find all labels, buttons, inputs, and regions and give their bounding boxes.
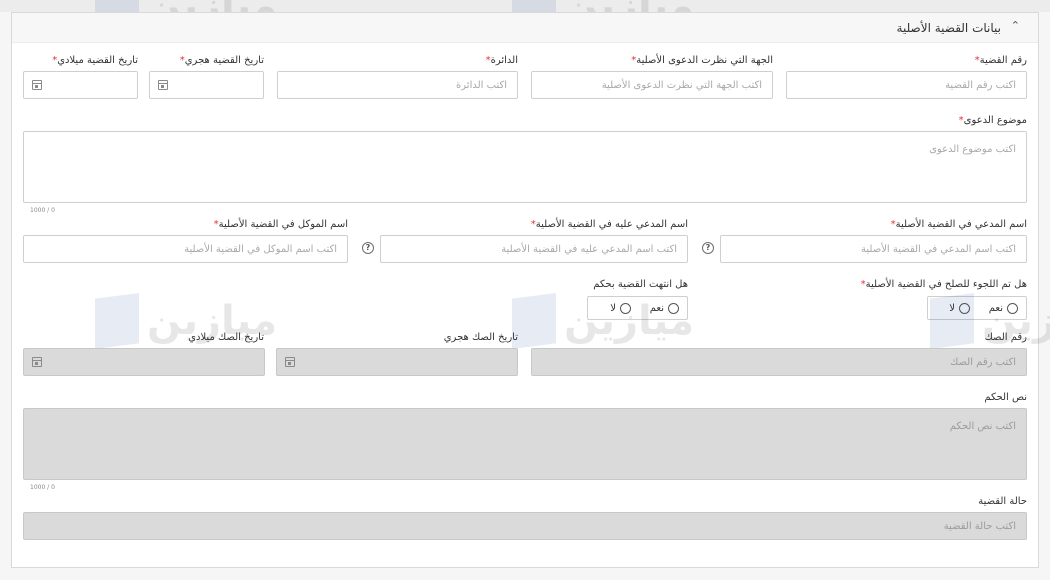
deed-date-hijri-label: تاريخ الصك هجري [443, 332, 518, 343]
help-icon[interactable]: ? [362, 242, 374, 254]
settlement-yes-option[interactable]: نعم [989, 303, 1018, 314]
judgment-text-textarea: اكتب نص الحكم [23, 408, 1027, 480]
deed-date-gregorian-input [23, 348, 265, 376]
case-number-label: رقم القضية* [974, 55, 1027, 66]
deed-date-hijri-input [276, 348, 518, 376]
section-title: بيانات القضية الأصلية [896, 21, 1001, 35]
calendar-icon [32, 357, 42, 367]
settlement-no-option[interactable]: لا [949, 303, 970, 314]
plaintiff-label: اسم المدعي في القضية الأصلية* [890, 219, 1027, 230]
settlement-label: هل تم اللجوء للصلح في القضية الأصلية* [860, 279, 1027, 290]
case-status-input: اكتب حالة القضية [23, 512, 1027, 540]
judgment-text-label: نص الحكم [984, 392, 1027, 403]
radio-circle-icon[interactable] [668, 303, 679, 314]
calendar-icon[interactable] [158, 80, 168, 90]
ended-with-judgment-label: هل انتهت القضية بحكم [593, 279, 688, 290]
calendar-icon[interactable] [32, 80, 42, 90]
subject-char-counter: 1000 / 0 [30, 207, 55, 214]
deed-number-input: اكتب رقم الصك [531, 348, 1027, 376]
chevron-up-icon[interactable]: ⌃ [1011, 19, 1020, 32]
authority-label: الجهة التي نظرت الدعوى الأصلية* [631, 55, 773, 66]
case-date-hijri-label: تاريخ القضية هجري* [179, 55, 264, 66]
deed-number-label: رقم الصك [984, 332, 1027, 343]
subject-label: موضوع الدعوى* [958, 115, 1027, 126]
judgment-yes-option[interactable]: نعم [650, 303, 679, 314]
client-label: اسم الموكل في القضية الأصلية* [213, 219, 348, 230]
plaintiff-input[interactable]: اكتب اسم المدعي في القضية الأصلية [720, 235, 1027, 263]
circuit-label: الدائرة* [485, 55, 518, 66]
defendant-input[interactable]: اكتب اسم المدعي عليه في القضية الأصلية [380, 235, 688, 263]
radio-circle-icon[interactable] [1007, 303, 1018, 314]
radio-circle-icon[interactable] [620, 303, 631, 314]
case-number-input[interactable]: اكتب رقم القضية [786, 71, 1027, 99]
judgment-no-option[interactable]: لا [610, 303, 631, 314]
case-date-hijri-input[interactable] [149, 71, 264, 99]
case-date-gregorian-label: تاريخ القضية ميلادي* [52, 55, 138, 66]
section-header[interactable]: ⌃ بيانات القضية الأصلية [12, 13, 1038, 43]
judgment-char-counter: 1000 / 0 [30, 484, 55, 491]
client-input[interactable]: اكتب اسم الموكل في القضية الأصلية [23, 235, 348, 263]
subject-textarea[interactable]: اكتب موضوع الدعوى [23, 131, 1027, 203]
case-date-gregorian-input[interactable] [23, 71, 138, 99]
ended-with-judgment-radio-group: نعم لا [587, 296, 688, 320]
settlement-radio-group: نعم لا [927, 296, 1027, 320]
calendar-icon [285, 357, 295, 367]
radio-circle-icon[interactable] [959, 303, 970, 314]
case-status-label: حالة القضية [978, 496, 1027, 507]
top-strip [0, 0, 1050, 12]
deed-date-gregorian-label: تاريخ الصك ميلادي [188, 332, 264, 343]
help-icon[interactable]: ? [702, 242, 714, 254]
circuit-input[interactable]: اكتب الدائرة [277, 71, 518, 99]
defendant-label: اسم المدعي عليه في القضية الأصلية* [530, 219, 688, 230]
authority-input[interactable]: اكتب الجهة التي نظرت الدعوى الأصلية [531, 71, 773, 99]
